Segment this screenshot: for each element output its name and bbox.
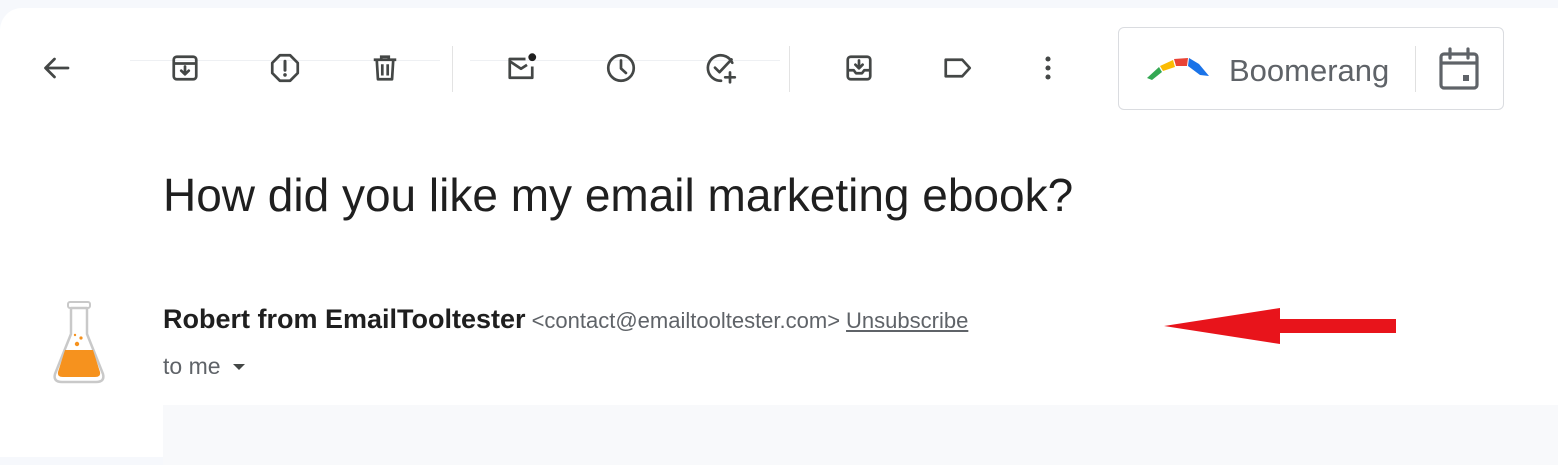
sender-line: Robert from EmailTooltester <contact@emai… [163, 304, 968, 335]
email-subject: How did you like my email marketing eboo… [163, 169, 1074, 221]
sender-name[interactable]: Robert from EmailTooltester [163, 304, 526, 334]
move-to-icon [846, 55, 872, 81]
email-toolbar: Boomerang [0, 26, 1558, 114]
arrow-left-icon [44, 57, 70, 79]
caret-down-icon[interactable] [231, 362, 247, 372]
more-button[interactable] [1020, 40, 1076, 96]
recipient-label: to me [163, 353, 221, 379]
clock-icon [606, 53, 636, 83]
snooze-button[interactable] [593, 40, 649, 96]
more-vert-icon [1045, 56, 1051, 80]
toolbar-separator [452, 46, 453, 92]
mark-unread-button[interactable] [493, 40, 549, 96]
email-body [163, 405, 1558, 465]
recipient-line[interactable]: to me [163, 353, 247, 380]
email-view-panel: Boomerang How did you like my email mark… [0, 8, 1558, 465]
labels-button[interactable] [929, 40, 985, 96]
archive-button[interactable] [157, 40, 213, 96]
mark-unread-icon [508, 53, 537, 80]
sender-email: <contact@emailtooltester.com> [531, 308, 841, 333]
add-to-tasks-button[interactable] [693, 40, 749, 96]
add-task-icon [706, 53, 737, 84]
delete-button[interactable] [357, 40, 413, 96]
report-spam-button[interactable] [257, 40, 313, 96]
toolbar-separator [789, 46, 790, 92]
boomerang-button[interactable]: Boomerang [1229, 53, 1389, 89]
unsubscribe-link[interactable]: Unsubscribe [846, 308, 968, 333]
red-arrow-annotation [1164, 308, 1396, 344]
boomerang-widget: Boomerang [1118, 27, 1504, 110]
boomerang-logo-icon [1147, 58, 1209, 80]
report-icon [270, 53, 300, 83]
calendar-icon[interactable] [1437, 46, 1481, 92]
label-icon [944, 58, 972, 78]
move-to-button[interactable] [831, 40, 887, 96]
back-button[interactable] [28, 40, 84, 96]
archive-icon [172, 55, 198, 81]
sender-avatar[interactable] [50, 300, 108, 386]
trash-icon [373, 55, 397, 81]
boomerang-separator [1415, 46, 1416, 92]
